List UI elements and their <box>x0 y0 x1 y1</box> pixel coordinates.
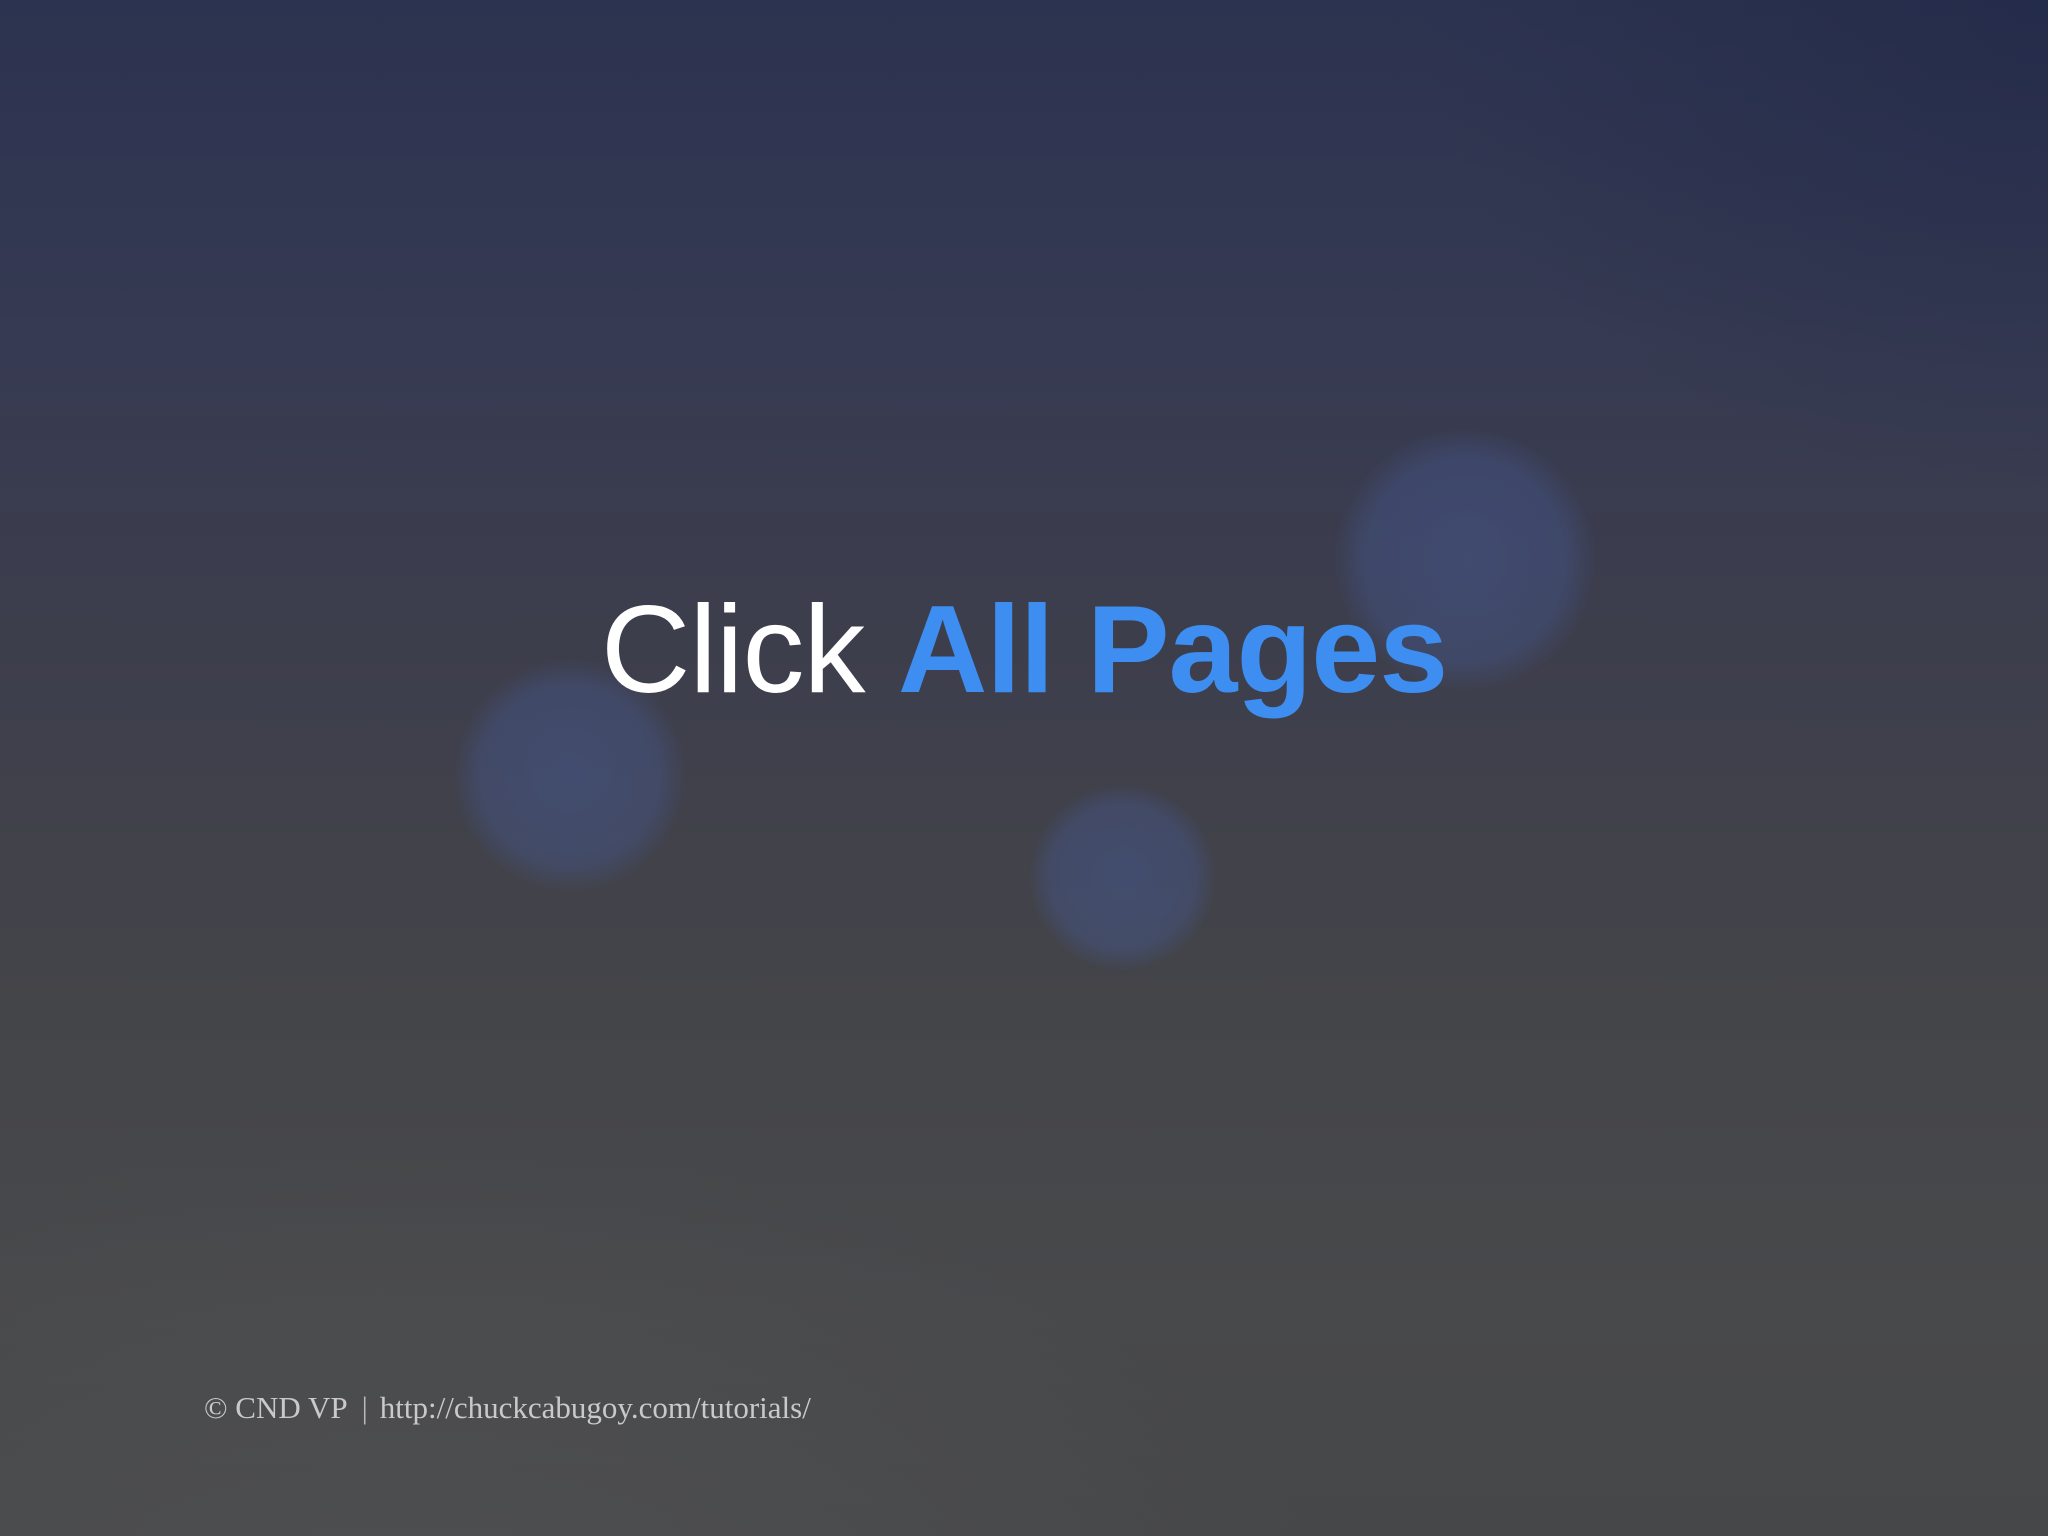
headline-plain-text: Click <box>600 581 866 719</box>
bokeh-light-decoration <box>1030 785 1215 970</box>
slide-headline: Click All Pages <box>0 575 2048 725</box>
footer-copyright: © CND VP <box>204 1390 348 1425</box>
slide-canvas: Click All Pages © CND VP | http://chuckcab… <box>0 0 2048 1536</box>
slide-footer: © CND VP | http://chuckcabugoy.com/tutoria… <box>204 1388 811 1428</box>
headline-accent-text: All Pages <box>897 581 1448 719</box>
footer-separator: | <box>361 1390 368 1425</box>
footer-url: http://chuckcabugoy.com/tutorials/ <box>379 1390 811 1425</box>
